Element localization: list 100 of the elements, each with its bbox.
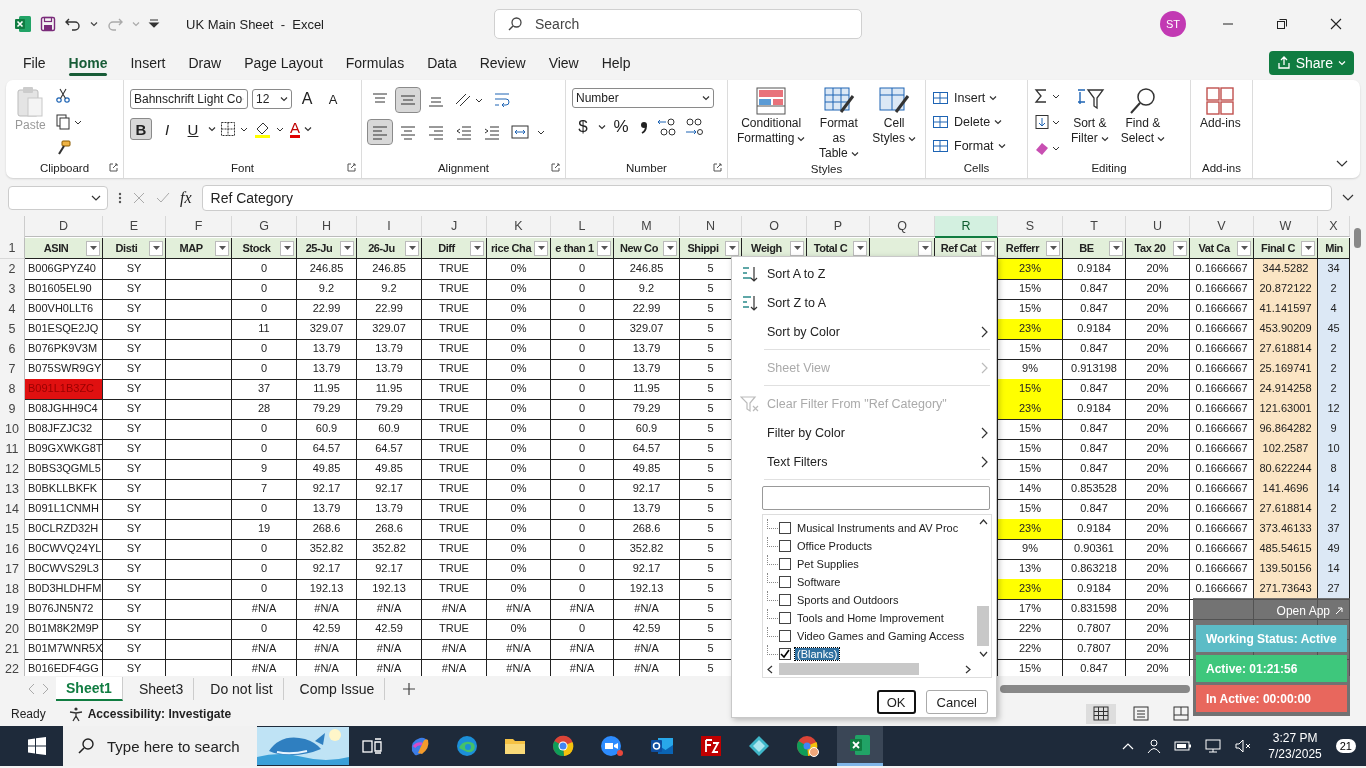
browser-icon[interactable]: [552, 735, 574, 757]
row-number[interactable]: 12: [0, 459, 25, 480]
undo-icon[interactable]: [64, 16, 82, 32]
column-letter[interactable]: F: [166, 216, 232, 237]
dialog-launcher-icon[interactable]: [713, 163, 722, 172]
normal-view-icon[interactable]: [1086, 704, 1116, 724]
caret-icon[interactable]: [304, 125, 312, 133]
column-letter[interactable]: J: [422, 216, 487, 237]
column-letter[interactable]: E: [103, 216, 166, 237]
checkbox[interactable]: [779, 594, 791, 606]
browser-icon[interactable]: [796, 735, 820, 757]
increase-decimal-icon[interactable]: [656, 117, 678, 137]
percent-button[interactable]: %: [610, 116, 632, 138]
row-number[interactable]: 17: [0, 559, 25, 580]
filter-button[interactable]: [918, 240, 932, 256]
bold-button[interactable]: B: [130, 118, 152, 140]
currency-button[interactable]: $: [572, 116, 594, 138]
row-number[interactable]: 2: [0, 259, 25, 280]
filter-button[interactable]: [149, 240, 163, 256]
column-letter[interactable]: T: [1063, 216, 1126, 237]
filter-button[interactable]: [981, 240, 995, 256]
styles-button[interactable]: Format as Table: [814, 84, 864, 163]
row-number[interactable]: 10: [0, 419, 25, 440]
dialog-launcher-icon[interactable]: [551, 163, 560, 172]
list-item[interactable]: (Blanks): [795, 648, 840, 660]
row-number[interactable]: 14: [0, 499, 25, 520]
decrease-font-size-button[interactable]: A: [322, 88, 344, 110]
ribbon-tab[interactable]: Review: [470, 50, 535, 76]
filter-button[interactable]: [280, 240, 294, 256]
formula-field[interactable]: Ref Category: [201, 185, 1332, 211]
video-call-icon[interactable]: [600, 735, 624, 757]
spreadsheet-icon[interactable]: [849, 734, 871, 756]
column-letter[interactable]: W: [1254, 216, 1318, 237]
sheet-tab[interactable]: Sheet3: [128, 678, 195, 700]
checkbox[interactable]: [779, 648, 791, 660]
checkbox[interactable]: [779, 630, 791, 642]
check-icon[interactable]: [156, 191, 170, 205]
collapse-ribbon-icon[interactable]: [1336, 160, 1348, 168]
editing-button[interactable]: Find & Select: [1117, 84, 1169, 148]
caret-icon[interactable]: [90, 20, 98, 28]
filter-button[interactable]: [534, 240, 548, 256]
open-app-button[interactable]: Open App: [1196, 600, 1347, 622]
cells-button[interactable]: Insert: [932, 88, 998, 108]
ftp-app-icon[interactable]: [700, 735, 722, 757]
filter-button[interactable]: [1109, 240, 1123, 256]
font-color-button[interactable]: A: [290, 120, 300, 138]
mail-icon[interactable]: [650, 735, 674, 757]
fill-down-icon[interactable]: [1034, 114, 1062, 130]
ribbon-tab[interactable]: Home: [59, 50, 117, 76]
filter-button[interactable]: [597, 240, 611, 256]
checkbox[interactable]: [779, 540, 791, 552]
filter-button[interactable]: [853, 240, 867, 256]
meeting-icon[interactable]: [1146, 738, 1163, 754]
windows-logo-icon[interactable]: [28, 737, 46, 755]
maximize-icon[interactable]: [1276, 18, 1288, 30]
accessibility-icon[interactable]: [67, 706, 84, 722]
ribbon-tab[interactable]: Insert: [121, 50, 175, 76]
accessibility-status[interactable]: Accessibility: Investigate: [87, 707, 232, 721]
font-family-dropdown[interactable]: Bahnschrift Light Co: [130, 89, 248, 109]
align-left-icon[interactable]: [368, 120, 392, 144]
list-item[interactable]: Musical Instruments and AV Proc: [795, 522, 961, 534]
checkbox[interactable]: [779, 612, 791, 624]
search-field[interactable]: Search: [494, 9, 862, 39]
save-icon[interactable]: [40, 16, 56, 32]
scrollbar-thumb[interactable]: [977, 606, 989, 646]
share-button[interactable]: Share: [1268, 51, 1354, 75]
sheet-tab[interactable]: Sheet1: [56, 677, 123, 701]
folder-icon[interactable]: [504, 736, 526, 756]
number-format-dropdown[interactable]: Number: [572, 88, 714, 108]
row-number[interactable]: 3: [0, 279, 25, 300]
column-letter[interactable]: X: [1318, 216, 1350, 237]
row-number[interactable]: 6: [0, 339, 25, 360]
row-number[interactable]: 20: [0, 619, 25, 640]
caret-icon[interactable]: [598, 123, 606, 131]
customize-toolbar-icon[interactable]: [148, 18, 160, 30]
browser-icon[interactable]: [456, 735, 478, 757]
row-number[interactable]: 7: [0, 359, 25, 380]
column-letter[interactable]: G: [232, 216, 297, 237]
search-field[interactable]: [762, 486, 990, 510]
filter-button[interactable]: [340, 240, 354, 256]
column-letter[interactable]: M: [614, 216, 680, 237]
scissors-icon[interactable]: [54, 88, 71, 104]
taskbar-search-field[interactable]: Type here to search: [63, 726, 257, 766]
column-letter[interactable]: S: [998, 216, 1063, 237]
list-item[interactable]: Software: [795, 576, 843, 588]
list-item[interactable]: Sports and Outdoors: [795, 594, 901, 606]
filter-button[interactable]: [215, 240, 229, 256]
ribbon-tab[interactable]: Data: [418, 50, 466, 76]
column-letter[interactable]: Q: [870, 216, 935, 237]
column-letter[interactable]: K: [487, 216, 551, 237]
sum-icon[interactable]: [1034, 88, 1062, 104]
column-letter[interactable]: P: [807, 216, 870, 237]
checkbox[interactable]: [779, 522, 791, 534]
row-number[interactable]: 8: [0, 379, 25, 400]
row-number[interactable]: 19: [0, 599, 25, 620]
task-view-icon[interactable]: [362, 737, 382, 755]
user-avatar[interactable]: ST: [1160, 11, 1186, 37]
horizontal-scrollbar[interactable]: [1000, 685, 1190, 693]
clock-date[interactable]: 7/23/2025: [1268, 746, 1322, 762]
clock-time[interactable]: 3:27 PM: [1272, 730, 1318, 746]
